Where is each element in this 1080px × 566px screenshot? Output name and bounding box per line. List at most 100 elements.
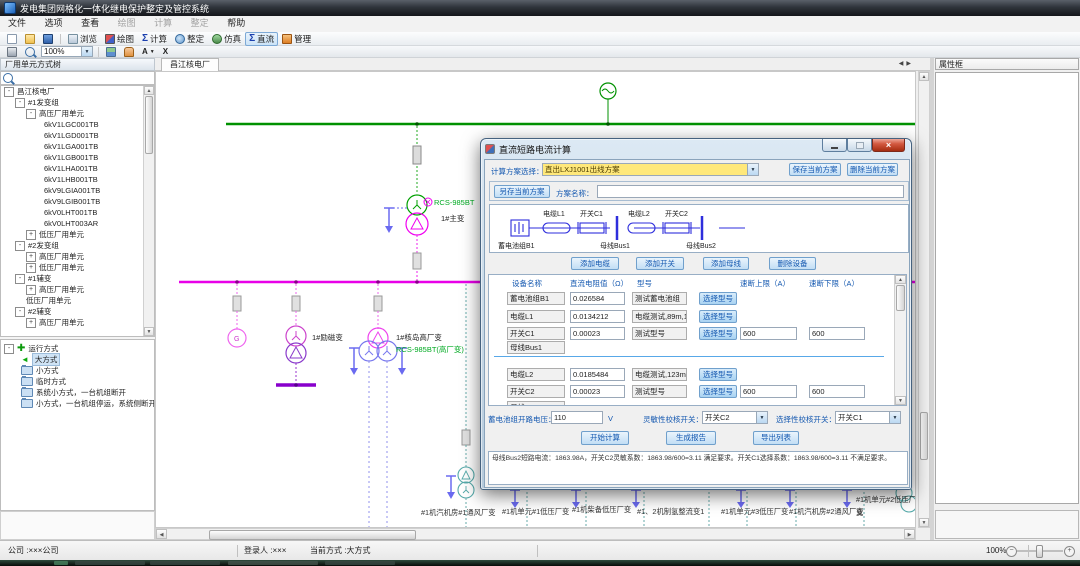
chevron-down-icon[interactable]: ▼ [747, 164, 758, 175]
generate-report-button[interactable]: 生成报告 [666, 431, 716, 445]
tree-item[interactable]: 小方式 [1, 365, 154, 376]
tree-item[interactable]: 6kV9LGIB001TB [1, 196, 154, 207]
expand-icon[interactable]: - [26, 109, 36, 119]
scrollbar-thumb[interactable] [896, 285, 905, 311]
tree-scrollbar[interactable]: ▲ ▼ [143, 86, 154, 336]
close-button[interactable]: × [872, 139, 905, 152]
tree-item[interactable]: 6kV0LHT001TB [1, 207, 154, 218]
browse-button[interactable]: 浏览 [64, 32, 101, 46]
delete-device-button[interactable]: 删除设备 [769, 257, 816, 270]
scheme-name-input[interactable] [597, 185, 904, 198]
draw-button[interactable]: 绘图 [101, 32, 138, 46]
upper-limit-input[interactable] [740, 385, 797, 398]
scrollbar-thumb[interactable] [209, 530, 416, 540]
fuse-symbol[interactable] [413, 146, 421, 164]
save-scheme-button[interactable]: 保存当前方案 [789, 163, 841, 176]
scroll-down-icon[interactable]: ▼ [919, 518, 929, 527]
fuse-symbol[interactable] [462, 430, 470, 445]
tree-item[interactable]: -高压厂用单元 [1, 108, 154, 119]
setting-button[interactable]: 整定 [171, 32, 208, 46]
expand-icon[interactable]: - [4, 344, 14, 354]
resistance-input[interactable] [570, 385, 625, 398]
tree-item[interactable]: 6kV1LGB001TB [1, 152, 154, 163]
expand-icon[interactable]: + [26, 285, 36, 295]
chevron-down-icon[interactable]: ▼ [889, 412, 900, 423]
menu-options[interactable]: 选项 [37, 16, 71, 31]
tree-item[interactable]: 6kV1LHA001TB [1, 163, 154, 174]
fuse-symbol[interactable] [374, 296, 382, 311]
scroll-down-icon[interactable]: ▼ [144, 327, 154, 336]
battery-symbol[interactable] [511, 220, 529, 236]
dc-calc-button[interactable]: Σ直流 [245, 32, 278, 46]
tree-item[interactable]: -#2辅变 [1, 306, 154, 317]
add-bus-button[interactable]: 添加母线 [703, 257, 749, 270]
simulate-button[interactable]: 仿真 [208, 32, 245, 46]
fuse-symbol[interactable] [292, 296, 300, 311]
save-button[interactable] [39, 32, 57, 46]
tree-item[interactable]: -#2发变组 [1, 240, 154, 251]
tree-item[interactable]: +低压厂用单元 [1, 229, 154, 240]
battery-voltage-input[interactable] [551, 411, 603, 424]
tree-item[interactable]: +高压厂用单元 [1, 251, 154, 262]
expand-icon[interactable]: - [15, 98, 25, 108]
start-calc-button[interactable]: 开始计算 [581, 431, 629, 445]
tab-plant[interactable]: 昌江核电厂 [161, 58, 219, 71]
select-model-button[interactable]: 选择型号 [699, 385, 737, 398]
expand-icon[interactable]: + [26, 318, 36, 328]
tree-item[interactable]: 6kV1LGC001TB [1, 119, 154, 130]
expand-icon[interactable]: + [26, 263, 36, 273]
open-file-button[interactable] [21, 32, 39, 46]
scroll-up-icon[interactable]: ▲ [919, 72, 929, 81]
tree-item[interactable]: 临时方式 [1, 376, 154, 387]
tree-search-input[interactable] [15, 72, 154, 84]
canvas-vertical-scrollbar[interactable]: ▲ ▼ [918, 71, 930, 528]
expand-icon[interactable]: + [26, 252, 36, 262]
scheme-combo[interactable]: 直出LXJ1001出线方案 ▼ [542, 163, 759, 176]
resistance-input[interactable] [570, 310, 625, 323]
zoom-out-icon[interactable]: − [1006, 546, 1017, 557]
menu-file[interactable]: 文件 [0, 16, 34, 31]
table-scrollbar[interactable]: ▲ ▼ [894, 275, 906, 405]
scroll-down-icon[interactable]: ▼ [895, 396, 906, 405]
fuse-symbol[interactable] [233, 296, 241, 311]
expand-icon[interactable]: - [4, 87, 14, 97]
island-transformer-branch[interactable] [349, 284, 407, 527]
calc-button[interactable]: Σ计算 [138, 32, 171, 46]
export-list-button[interactable]: 导出列表 [753, 431, 799, 445]
lower-limit-input[interactable] [809, 327, 865, 340]
scroll-up-icon[interactable]: ▲ [895, 275, 906, 284]
minimize-button[interactable] [822, 139, 847, 152]
selectivity-switch-combo[interactable]: 开关C1 ▼ [835, 411, 901, 424]
excitation-transformer-branch[interactable] [276, 284, 316, 387]
tree-item[interactable]: 小方式，一台机组停运，系统侧断开 [1, 398, 154, 409]
zoom-tool-button[interactable] [21, 45, 39, 59]
tree-item[interactable]: ◄大方式 [1, 354, 154, 365]
delete-scheme-button[interactable]: 删除当前方案 [847, 163, 898, 176]
resistance-input[interactable] [570, 368, 625, 381]
new-file-button[interactable] [3, 32, 21, 46]
zoom-level-combo[interactable]: 100% ▼ [41, 46, 93, 57]
scroll-left-icon[interactable]: ◀ [156, 529, 167, 539]
pan-button[interactable] [120, 45, 138, 59]
fuse-symbol[interactable] [413, 253, 421, 269]
tree-item[interactable]: -#1辅变 [1, 273, 154, 284]
zoom-in-icon[interactable]: + [1064, 546, 1075, 557]
tree-item[interactable]: 6kV1LGA001TB [1, 141, 154, 152]
tree-item[interactable]: -#1发变组 [1, 97, 154, 108]
manage-button[interactable]: 管理 [278, 32, 315, 46]
maximize-button[interactable] [847, 139, 872, 152]
tree-item[interactable]: -昌江核电厂 [1, 86, 154, 97]
expand-icon[interactable]: - [15, 307, 25, 317]
tree-item[interactable]: 低压厂用单元 [1, 295, 154, 306]
image-button[interactable] [102, 45, 120, 59]
chevron-down-icon[interactable]: ▼ [756, 412, 767, 423]
tree-item[interactable]: 6kV1LHB001TB [1, 174, 154, 185]
zoom-slider-thumb[interactable] [1036, 545, 1043, 558]
scroll-right-icon[interactable]: ▶ [904, 529, 915, 539]
scrollbar-thumb[interactable] [145, 96, 153, 154]
tree-item[interactable]: 6kV0LHT003AR [1, 218, 154, 229]
select-model-button[interactable]: 选择型号 [699, 310, 737, 323]
main-transformer-branch[interactable] [384, 126, 432, 280]
aux-transformer-branch[interactable] [446, 284, 474, 527]
lower-limit-input[interactable] [809, 385, 865, 398]
